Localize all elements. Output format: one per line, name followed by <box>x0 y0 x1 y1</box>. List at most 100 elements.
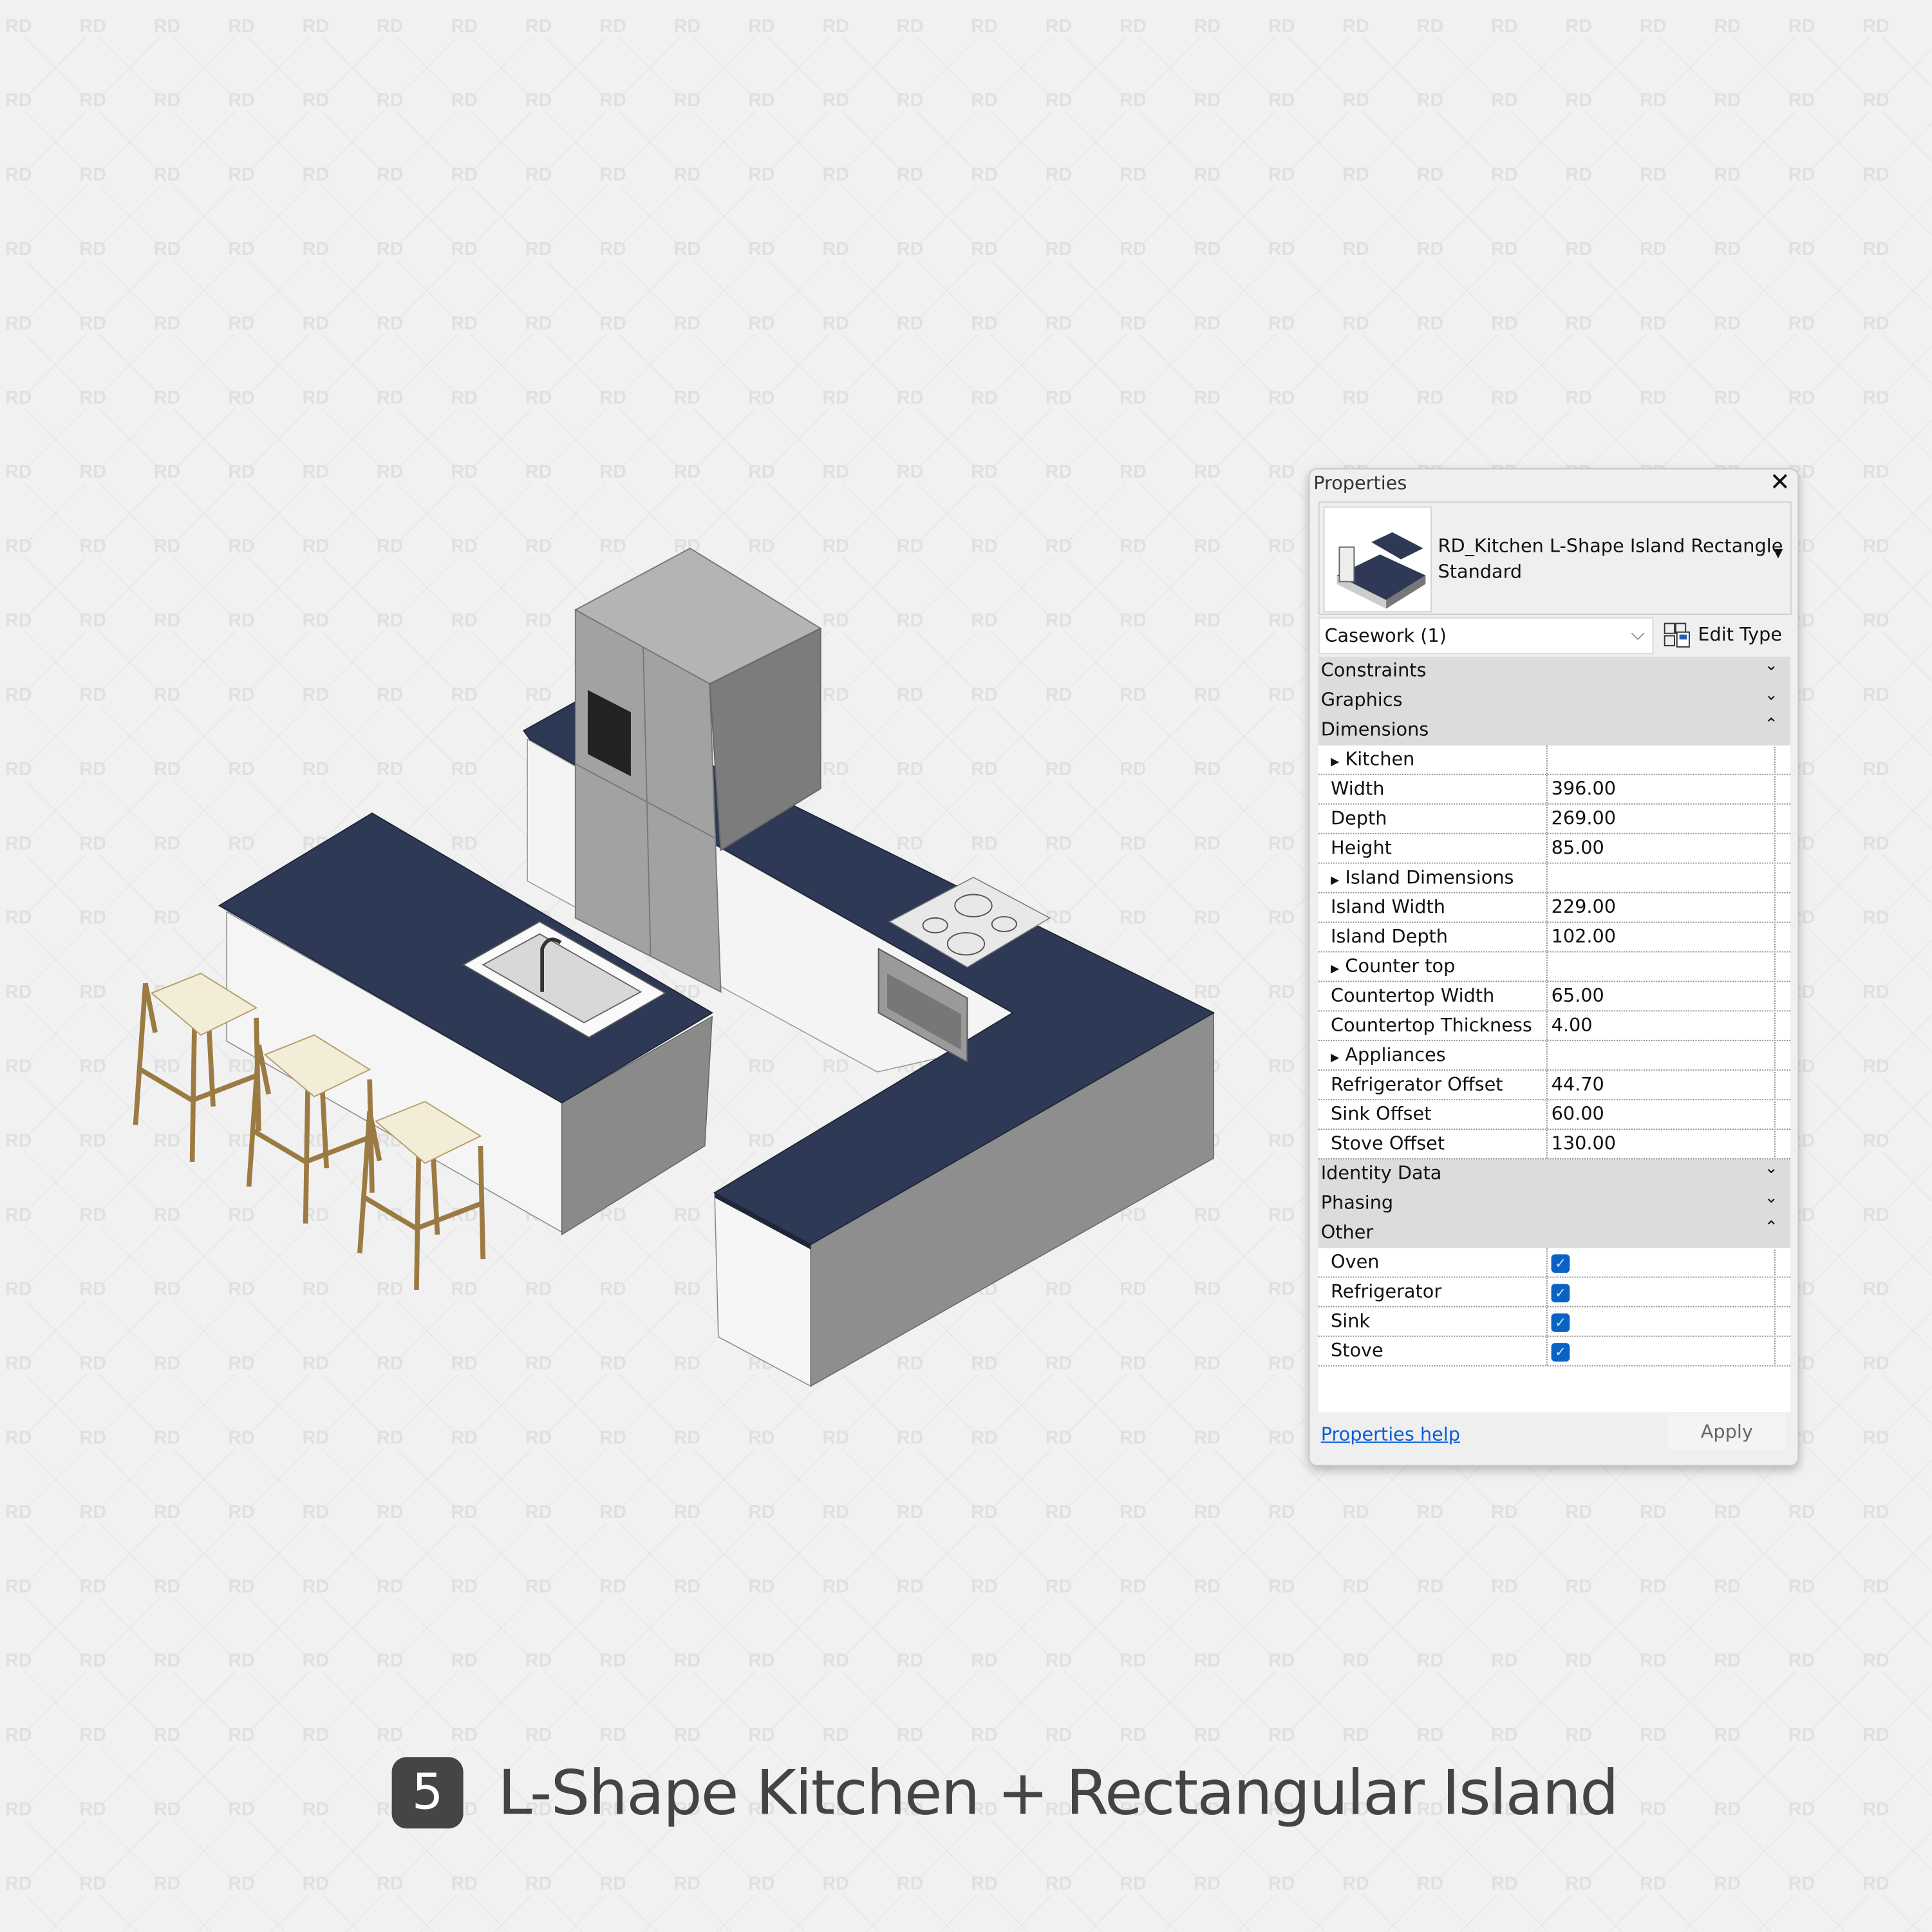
value-cell[interactable] <box>1546 745 1770 774</box>
value-cell[interactable]: 44.70 <box>1546 1071 1770 1100</box>
value-cell[interactable]: ✓ <box>1546 1336 1770 1365</box>
value-cell[interactable]: 396.00 <box>1546 774 1770 803</box>
collapse-icon[interactable]: ⌃ <box>1765 1219 1778 1237</box>
value-cell[interactable]: 102.00 <box>1546 923 1770 952</box>
group-label: ▶ Counter top <box>1331 955 1455 977</box>
property-row: Oven ✓ <box>1318 1248 1790 1278</box>
category-constraints[interactable]: Constraints ⌄ <box>1318 657 1790 687</box>
category-identity[interactable]: Identity Data ⌄ <box>1318 1159 1790 1189</box>
close-icon[interactable]: ✕ <box>1770 467 1790 496</box>
expand-icon[interactable]: ⌄ <box>1765 1159 1778 1178</box>
value-cell[interactable]: 60.00 <box>1546 1100 1770 1129</box>
group-label: ▶ Island Dimensions <box>1331 866 1514 888</box>
value-cell[interactable]: 130.00 <box>1546 1130 1770 1159</box>
properties-panel: Properties ✕ RD_Kitchen L-Shape Island R… <box>1308 467 1799 1467</box>
apply-button[interactable]: Apply <box>1668 1413 1786 1450</box>
row-button[interactable] <box>1774 865 1790 891</box>
caption-number-badge: 5 <box>391 1757 464 1829</box>
checkbox-checked-icon[interactable]: ✓ <box>1551 1313 1570 1332</box>
property-label: Sink Offset <box>1331 1103 1431 1125</box>
row-button[interactable] <box>1774 894 1790 921</box>
row-button[interactable] <box>1774 1072 1790 1098</box>
row-button[interactable] <box>1774 924 1790 950</box>
property-value[interactable]: 4.00 <box>1552 1014 1593 1036</box>
row-button[interactable] <box>1774 1338 1790 1364</box>
row-button[interactable] <box>1774 1102 1790 1128</box>
row-button[interactable] <box>1774 746 1790 773</box>
value-cell[interactable] <box>1546 1041 1770 1070</box>
property-value[interactable]: 44.70 <box>1552 1073 1604 1095</box>
category-other[interactable]: Other ⌃ <box>1318 1218 1790 1248</box>
value-cell[interactable]: ✓ <box>1546 1248 1770 1277</box>
category-filter-select[interactable]: Casework (1) ⌵ <box>1318 617 1654 655</box>
category-graphics[interactable]: Graphics ⌄ <box>1318 686 1790 716</box>
category-label: Dimensions <box>1320 718 1429 741</box>
row-button[interactable] <box>1774 1249 1790 1275</box>
row-button[interactable] <box>1774 983 1790 1009</box>
property-row: Refrigerator ✓ <box>1318 1277 1790 1308</box>
value-cell[interactable]: 269.00 <box>1546 804 1770 833</box>
label-text: Width <box>1331 777 1385 800</box>
row-button[interactable] <box>1774 953 1790 980</box>
value-cell[interactable] <box>1546 952 1770 981</box>
label-text: Countertop Width <box>1331 984 1495 1007</box>
row-button[interactable] <box>1774 1130 1790 1158</box>
type-selector[interactable]: RD_Kitchen L-Shape Island Rectangle Stan… <box>1318 501 1792 615</box>
expand-icon[interactable]: ⌄ <box>1765 657 1778 675</box>
panel-title: Properties <box>1313 472 1407 494</box>
row-button[interactable] <box>1774 1042 1790 1069</box>
row-button[interactable] <box>1774 1279 1790 1305</box>
label-text: Island Dimensions <box>1345 866 1514 888</box>
expand-arrow-icon[interactable]: ▶ <box>1331 875 1339 887</box>
properties-help-link[interactable]: Properties help <box>1321 1423 1460 1445</box>
property-value[interactable]: 396.00 <box>1552 778 1616 800</box>
property-value[interactable]: 229.00 <box>1552 896 1616 917</box>
row-button[interactable] <box>1774 776 1790 802</box>
expand-arrow-icon[interactable]: ▶ <box>1331 964 1339 976</box>
property-value[interactable]: 102.00 <box>1552 925 1616 947</box>
checkbox-checked-icon[interactable]: ✓ <box>1551 1254 1570 1273</box>
value-cell[interactable] <box>1546 863 1770 892</box>
row-button[interactable] <box>1774 1013 1790 1039</box>
bar-stool <box>357 1100 486 1290</box>
value-cell[interactable]: 4.00 <box>1546 1011 1770 1040</box>
value-cell[interactable]: ✓ <box>1546 1277 1770 1306</box>
row-button[interactable] <box>1774 805 1790 832</box>
property-row: ▶ Counter top <box>1318 952 1790 982</box>
edit-type-button[interactable]: Edit Type <box>1664 619 1782 651</box>
label-text: Counter top <box>1345 955 1456 977</box>
type-family: RD_Kitchen L-Shape Island Rectangle <box>1438 534 1783 558</box>
checkbox-checked-icon[interactable]: ✓ <box>1551 1343 1570 1362</box>
property-value[interactable]: 85.00 <box>1552 837 1604 859</box>
collapse-icon[interactable]: ⌃ <box>1765 716 1778 735</box>
category-phasing[interactable]: Phasing ⌄ <box>1318 1188 1790 1219</box>
expand-arrow-icon[interactable]: ▶ <box>1331 756 1339 769</box>
expand-arrow-icon[interactable]: ▶ <box>1331 1052 1339 1064</box>
property-grid: Constraints ⌄ Graphics ⌄ Dimensions ⌃ ▶ Kitche… <box>1318 657 1790 1412</box>
property-label: Refrigerator <box>1331 1280 1441 1302</box>
property-value[interactable]: 269.00 <box>1552 807 1616 829</box>
dropdown-arrow-icon[interactable]: ▼ <box>1774 547 1783 561</box>
label-text: Refrigerator <box>1331 1280 1442 1302</box>
value-cell[interactable]: 85.00 <box>1546 834 1770 863</box>
category-dimensions[interactable]: Dimensions ⌃ <box>1318 715 1790 746</box>
checkbox-checked-icon[interactable]: ✓ <box>1551 1284 1570 1302</box>
property-value[interactable]: 65.00 <box>1552 984 1604 1006</box>
row-button[interactable] <box>1774 835 1790 861</box>
property-value[interactable]: 60.00 <box>1552 1103 1604 1125</box>
category-label: Identity Data <box>1320 1161 1442 1185</box>
label-text: Island Width <box>1331 896 1445 918</box>
expand-icon[interactable]: ⌄ <box>1765 686 1778 705</box>
property-row: ▶ Island Dimensions <box>1318 863 1790 894</box>
property-value[interactable]: 130.00 <box>1552 1132 1616 1154</box>
value-cell[interactable]: 65.00 <box>1546 982 1770 1011</box>
label-text: Kitchen <box>1345 747 1415 771</box>
category-label: Graphics <box>1320 688 1403 711</box>
value-cell[interactable]: ✓ <box>1546 1307 1770 1336</box>
type-name: RD_Kitchen L-Shape Island Rectangle Stan… <box>1438 534 1783 585</box>
value-cell[interactable]: 229.00 <box>1546 893 1770 922</box>
expand-icon[interactable]: ⌄ <box>1765 1189 1778 1208</box>
label-text: Stove Offset <box>1331 1132 1445 1155</box>
row-button[interactable] <box>1774 1308 1790 1335</box>
property-row: Countertop Thickness 4.00 <box>1318 1011 1790 1042</box>
